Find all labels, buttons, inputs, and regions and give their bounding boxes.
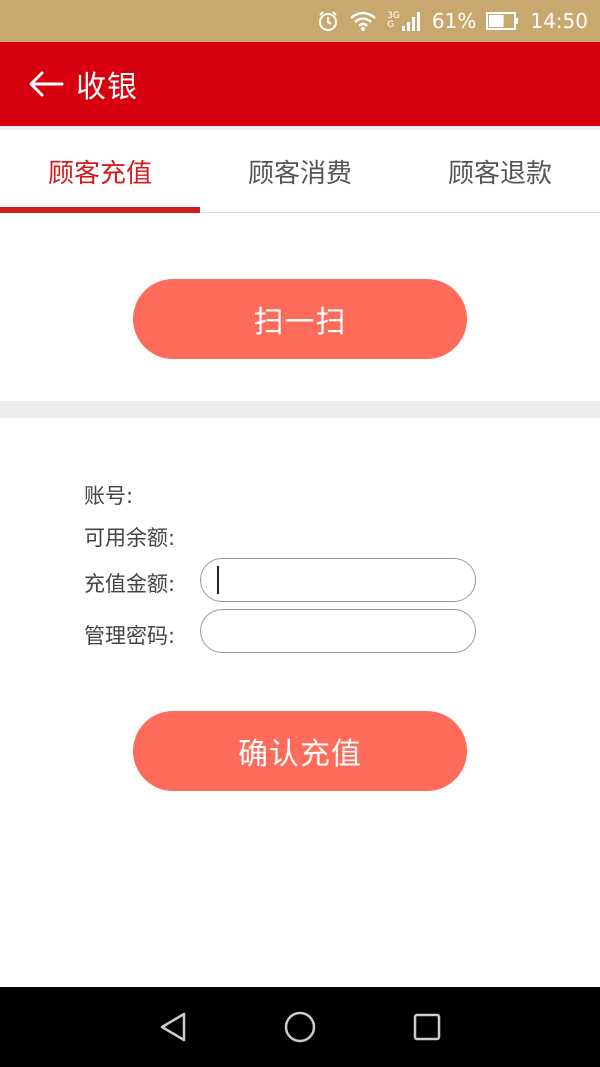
tab-customer-refund[interactable]: 顾客退款 [400, 130, 600, 212]
nav-back-button[interactable] [143, 997, 203, 1057]
recharge-amount-label: 充值金额: [84, 572, 176, 596]
admin-password-input[interactable] [200, 609, 476, 653]
status-bar: 3G G 61% 14:50 [0, 0, 600, 42]
tab-customer-recharge[interactable]: 顾客充值 [0, 130, 200, 213]
scan-section: 扫一扫 [0, 213, 600, 401]
text-caret [217, 566, 219, 594]
recharge-form: 账号: 可用余额: 充值金额: 管理密码: 确认充值 [0, 418, 600, 987]
network-type-bottom: G [387, 20, 395, 30]
battery-percent: 61% [431, 9, 477, 33]
system-nav-bar [0, 987, 600, 1067]
available-balance-label: 可用余额: [84, 526, 176, 550]
battery-icon [486, 11, 520, 31]
confirm-recharge-button[interactable]: 确认充值 [133, 711, 467, 791]
recharge-amount-input[interactable] [200, 558, 476, 602]
back-triangle-icon [161, 1012, 186, 1042]
nav-home-button[interactable] [270, 997, 330, 1057]
arrow-left-icon [29, 71, 64, 97]
nav-recents-button[interactable] [397, 997, 457, 1057]
admin-password-label: 管理密码: [84, 624, 176, 648]
app-bar: 收银 [0, 42, 600, 126]
tab-customer-consumption[interactable]: 顾客消费 [200, 130, 400, 212]
recents-square-icon [413, 1013, 440, 1041]
back-button[interactable] [28, 69, 64, 99]
account-label: 账号: [84, 484, 134, 508]
section-divider [0, 401, 600, 418]
signal-icon: 3G G [387, 10, 422, 32]
home-circle-icon [284, 1011, 316, 1043]
clock-time: 14:50 [530, 9, 588, 33]
scan-button[interactable]: 扫一扫 [133, 279, 467, 359]
page-title: 收银 [76, 70, 138, 105]
tab-bar: 顾客充值 顾客消费 顾客退款 [0, 126, 600, 213]
alarm-icon [317, 10, 339, 32]
wifi-icon [349, 10, 377, 32]
